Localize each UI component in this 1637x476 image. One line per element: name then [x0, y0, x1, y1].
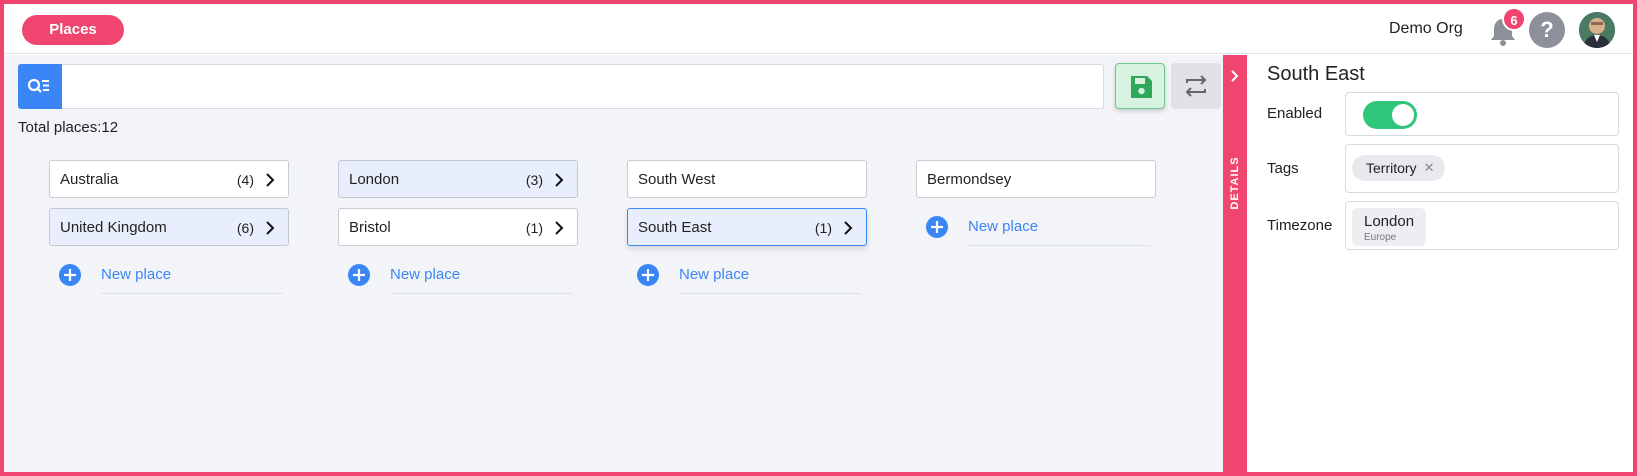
- enabled-toggle[interactable]: [1363, 101, 1417, 129]
- plus-circle-icon: [348, 264, 370, 286]
- tag-chip: Territory ✕: [1352, 155, 1445, 181]
- chevron-right-icon: [555, 173, 564, 187]
- place-column: London (3) Bristol (1) New place: [338, 160, 578, 296]
- place-name: Bermondsey: [927, 171, 1012, 188]
- place-card-bermondsey[interactable]: Bermondsey: [916, 160, 1156, 198]
- divider: [968, 245, 1150, 246]
- place-card-united-kingdom[interactable]: United Kingdom (6): [49, 208, 289, 246]
- new-place-label: New place: [679, 266, 750, 283]
- details-tab[interactable]: DETAILS: [1223, 55, 1247, 472]
- timezone-region: Europe: [1364, 232, 1397, 243]
- place-name: London: [349, 171, 400, 188]
- chevron-right-icon: [266, 173, 275, 187]
- place-card-south-east[interactable]: South East (1): [627, 208, 867, 246]
- swap-arrows-icon: [1185, 75, 1207, 97]
- notification-badge: 6: [1502, 7, 1526, 31]
- swap-button[interactable]: [1171, 63, 1221, 109]
- help-icon[interactable]: ?: [1529, 12, 1565, 48]
- place-count: (6): [236, 220, 254, 236]
- chevron-right-icon: [555, 221, 564, 235]
- new-place-button[interactable]: New place: [627, 256, 867, 296]
- place-column: Australia (4) United Kingdom (6) New pla…: [49, 160, 289, 296]
- place-column: Bermondsey New place: [916, 160, 1156, 248]
- tags-field[interactable]: Territory ✕: [1345, 144, 1619, 193]
- avatar[interactable]: [1579, 12, 1615, 48]
- new-place-button[interactable]: New place: [338, 256, 578, 296]
- places-button[interactable]: Places: [22, 15, 124, 45]
- save-button[interactable]: [1115, 63, 1165, 109]
- remove-tag-icon[interactable]: ✕: [1424, 155, 1435, 181]
- details-title: South East: [1267, 63, 1365, 85]
- timezone-city: London: [1364, 213, 1415, 230]
- divider: [101, 293, 283, 294]
- org-name[interactable]: Demo Org: [1389, 20, 1463, 38]
- search-filter-icon[interactable]: [18, 64, 62, 109]
- place-name: Bristol: [349, 219, 391, 236]
- floppy-disk-icon: [1131, 76, 1152, 98]
- details-tab-label: DETAILS: [1229, 156, 1241, 210]
- toggle-knob: [1392, 104, 1414, 126]
- timezone-label: Timezone: [1267, 217, 1333, 234]
- place-count: (1): [814, 220, 832, 236]
- details-panel: South East Enabled Tags Territory ✕ Time…: [1247, 55, 1633, 472]
- place-name: United Kingdom: [60, 219, 167, 236]
- top-bar: Places Demo Org 6 ?: [4, 4, 1633, 54]
- new-place-label: New place: [390, 266, 461, 283]
- divider: [390, 293, 572, 294]
- plus-circle-icon: [637, 264, 659, 286]
- place-count: (4): [236, 172, 254, 188]
- timezone-value: London Europe: [1352, 208, 1426, 246]
- chevron-right-icon: [844, 221, 853, 235]
- new-place-label: New place: [101, 266, 172, 283]
- plus-circle-icon: [59, 264, 81, 286]
- place-card-bristol[interactable]: Bristol (1): [338, 208, 578, 246]
- place-name: Australia: [60, 171, 119, 188]
- places-board: Total places:12 Australia (4) United Kin…: [4, 55, 1223, 472]
- place-count: (1): [525, 220, 543, 236]
- chevron-right-icon: [1231, 70, 1239, 82]
- enabled-field: [1345, 92, 1619, 136]
- plus-circle-icon: [926, 216, 948, 238]
- new-place-label: New place: [968, 218, 1039, 235]
- place-card-australia[interactable]: Australia (4): [49, 160, 289, 198]
- timezone-field[interactable]: London Europe: [1345, 201, 1619, 250]
- new-place-button[interactable]: New place: [916, 208, 1156, 248]
- place-name: South West: [638, 171, 716, 188]
- place-card-london[interactable]: London (3): [338, 160, 578, 198]
- new-place-button[interactable]: New place: [49, 256, 289, 296]
- chevron-right-icon: [266, 221, 275, 235]
- divider: [679, 293, 861, 294]
- tags-label: Tags: [1267, 160, 1299, 177]
- total-places: Total places:12: [18, 119, 119, 136]
- place-name: South East: [638, 219, 712, 236]
- place-card-south-west[interactable]: South West: [627, 160, 867, 198]
- tag-chip-label: Territory: [1366, 160, 1417, 176]
- place-count: (3): [525, 172, 543, 188]
- enabled-label: Enabled: [1267, 105, 1323, 122]
- search-input[interactable]: [18, 64, 1104, 109]
- place-column: South West South East (1) New place: [627, 160, 867, 296]
